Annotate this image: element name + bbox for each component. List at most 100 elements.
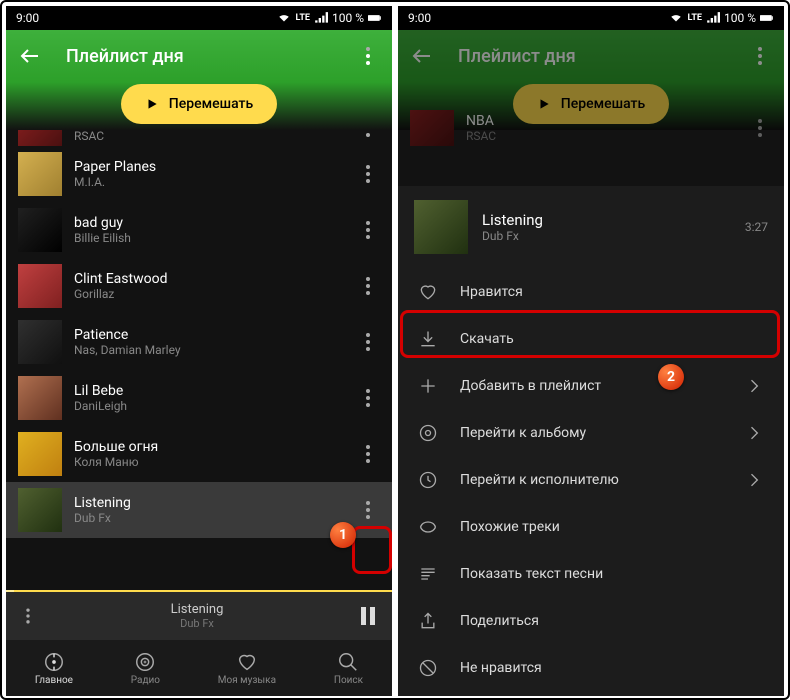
track-row[interactable]: Paper PlanesM.I.A.: [6, 146, 392, 202]
lte-label: LTE: [687, 13, 702, 23]
album-art: [18, 264, 62, 308]
track-menu-button[interactable]: [356, 162, 380, 186]
menu-label: Скачать: [460, 331, 514, 347]
heart-icon: [236, 651, 258, 673]
track-menu-button[interactable]: [356, 386, 380, 410]
nav-search[interactable]: Поиск: [334, 651, 363, 686]
sheet-header: Listening Dub Fx 3:27: [398, 186, 784, 268]
search-icon: [337, 651, 359, 673]
menu-lyrics[interactable]: Показать текст песни: [398, 550, 784, 597]
battery-percent: 100 %: [724, 11, 756, 25]
lyrics-icon: [418, 564, 438, 584]
menu-label: Не нравится: [460, 660, 542, 676]
dots-icon: [356, 274, 380, 298]
dots-icon: [356, 162, 380, 186]
track-artist: RSAC: [74, 130, 344, 143]
track-row[interactable]: Больше огняКоля Маню: [6, 426, 392, 482]
track-row[interactable]: NBA RSAC: [6, 130, 392, 146]
menu-dislike[interactable]: Не нравится: [398, 644, 784, 691]
shuffle-button[interactable]: Перемешать: [121, 84, 277, 124]
artist-icon: [418, 470, 438, 490]
header-menu-icon[interactable]: [356, 44, 380, 68]
menu-go-album[interactable]: Перейти к альбому: [398, 409, 784, 456]
track-title: Patience: [74, 327, 344, 343]
chevron-right-icon: [744, 423, 764, 443]
nav-radio[interactable]: Радио: [131, 651, 160, 686]
signal-icon: [314, 11, 328, 25]
menu-label: Показать текст песни: [460, 566, 603, 582]
shuffle-label: Перемешать: [169, 96, 253, 112]
track-title: Lil Bebe: [74, 383, 344, 399]
menu-label: Поделиться: [460, 613, 539, 629]
track-menu-button[interactable]: [356, 442, 380, 466]
battery-percent: 100 %: [332, 11, 364, 25]
album-art: [18, 208, 62, 252]
nav-home-label: Главное: [35, 675, 73, 686]
back-icon[interactable]: [410, 44, 434, 68]
track-artist: Nas, Damian Marley: [74, 343, 344, 357]
track-title: Listening: [74, 495, 344, 511]
back-icon[interactable]: [18, 44, 42, 68]
track-title: Больше огня: [74, 439, 344, 455]
track-title: Paper Planes: [74, 159, 344, 175]
menu-add-to-playlist[interactable]: Добавить в плейлист: [398, 362, 784, 409]
album-art: [18, 376, 62, 420]
album-art: [18, 130, 62, 146]
track-title: NBA: [466, 113, 736, 129]
menu-label: Перейти к исполнителю: [460, 472, 619, 488]
battery-icon: [760, 11, 774, 25]
track-row[interactable]: PatienceNas, Damian Marley: [6, 314, 392, 370]
menu-go-artist[interactable]: Перейти к исполнителю: [398, 456, 784, 503]
track-row[interactable]: bad guyBillie Eilish: [6, 202, 392, 258]
wifi-icon: [277, 11, 291, 25]
dots-icon: [748, 116, 772, 140]
nav-radio-label: Радио: [131, 675, 160, 686]
menu-similar[interactable]: Похожие треки: [398, 503, 784, 550]
dots-icon: [356, 330, 380, 354]
track-row[interactable]: Lil BebeDaniLeigh: [6, 370, 392, 426]
plus-icon: [418, 376, 438, 396]
track-menu-button[interactable]: [356, 498, 380, 522]
bottom-nav: Главное Радио Моя музыка Поиск: [6, 640, 392, 696]
track-artist: Gorillaz: [74, 287, 344, 301]
page-title: Плейлист дня: [66, 46, 332, 67]
header-menu-icon[interactable]: [748, 44, 772, 68]
lte-label: LTE: [295, 13, 310, 23]
menu-like[interactable]: Нравится: [398, 268, 784, 315]
track-menu-button[interactable]: [356, 218, 380, 242]
mini-info: Listening Dub Fx: [50, 602, 344, 630]
nav-music-label: Моя музыка: [218, 675, 276, 686]
menu-download[interactable]: Скачать: [398, 315, 784, 362]
mini-player[interactable]: Listening Dub Fx: [6, 590, 392, 640]
track-title: Clint Eastwood: [74, 271, 344, 287]
menu-share[interactable]: Поделиться: [398, 597, 784, 644]
page-title: Плейлист дня: [458, 46, 724, 67]
nav-search-label: Поиск: [334, 675, 363, 686]
album-art: [18, 488, 62, 532]
sheet-album-art: [414, 200, 468, 254]
chevron-right-icon: [744, 376, 764, 396]
track-row-selected[interactable]: ListeningDub Fx: [6, 482, 392, 538]
nav-music[interactable]: Моя музыка: [218, 651, 276, 686]
album-art: [18, 152, 62, 196]
dots-icon: [356, 498, 380, 522]
status-icons: LTE 100 %: [669, 11, 774, 25]
mini-menu-icon[interactable]: [18, 606, 38, 626]
status-time: 9:00: [408, 11, 431, 25]
nav-home[interactable]: Главное: [35, 651, 73, 686]
status-icons: LTE 100 %: [277, 11, 382, 25]
phone-right: 9:00 LTE 100 % Плейлист дня Перемешать N…: [398, 6, 784, 696]
download-icon: [418, 329, 438, 349]
track-artist: Billie Eilish: [74, 231, 344, 245]
pause-icon[interactable]: [356, 604, 380, 628]
track-menu-button[interactable]: [356, 130, 380, 140]
track-row[interactable]: Clint EastwoodGorillaz: [6, 258, 392, 314]
album-icon: [418, 423, 438, 443]
album-art: [18, 320, 62, 364]
track-list[interactable]: NBA RSAC Paper PlanesM.I.A. bad guyBilli…: [6, 130, 392, 590]
play-icon: [145, 97, 159, 111]
sheet-menu: Нравится Скачать Добавить в плейлист Пер…: [398, 268, 784, 691]
wifi-icon: [669, 11, 683, 25]
track-menu-button[interactable]: [356, 274, 380, 298]
track-menu-button[interactable]: [356, 330, 380, 354]
